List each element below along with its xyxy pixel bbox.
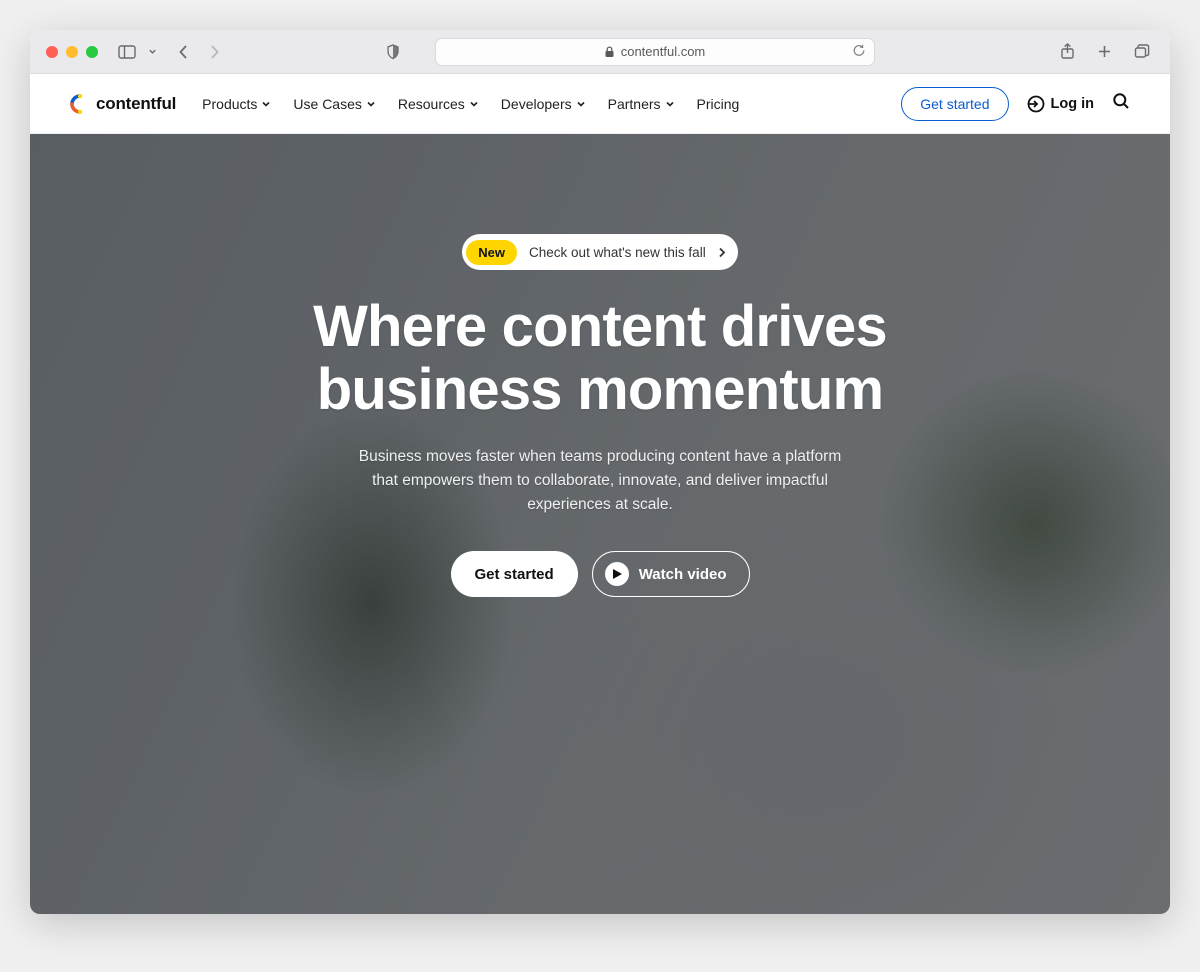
nav-use-cases[interactable]: Use Cases (293, 96, 375, 112)
address-bar[interactable]: contentful.com (435, 38, 875, 66)
privacy-shield-icon[interactable] (381, 38, 405, 66)
get-started-button[interactable]: Get started (901, 87, 1008, 121)
share-icon[interactable] (1056, 39, 1079, 64)
nav-developers[interactable]: Developers (501, 96, 586, 112)
chevron-down-icon (576, 99, 586, 109)
login-link[interactable]: Log in (1027, 95, 1095, 113)
chevron-down-icon (469, 99, 479, 109)
back-button[interactable] (173, 40, 194, 64)
nav-products[interactable]: Products (202, 96, 271, 112)
nav-pricing[interactable]: Pricing (697, 96, 740, 112)
site-header: contentful Products Use Cases Resources … (30, 74, 1170, 134)
nav-resources[interactable]: Resources (398, 96, 479, 112)
chevron-down-icon[interactable] (144, 43, 161, 60)
hero-headline: Where content drives business momentum (240, 296, 960, 421)
refresh-icon[interactable] (852, 43, 866, 60)
forward-button[interactable] (204, 40, 225, 64)
minimize-window-button[interactable] (66, 46, 78, 58)
announcement-badge: New (466, 240, 517, 265)
announcement-text: Check out what's new this fall (529, 245, 706, 260)
watch-video-button[interactable]: Watch video (592, 551, 750, 597)
hero-get-started-button[interactable]: Get started (451, 551, 578, 597)
chevron-down-icon (261, 99, 271, 109)
search-icon[interactable] (1112, 92, 1130, 115)
sidebar-toggle-icon[interactable] (114, 41, 140, 63)
hero-subhead: Business moves faster when teams produci… (350, 445, 850, 517)
chevron-down-icon (366, 99, 376, 109)
lock-icon (604, 46, 615, 58)
new-tab-icon[interactable] (1093, 40, 1116, 63)
logo-icon (70, 94, 90, 114)
logo-text: contentful (96, 94, 176, 114)
logo[interactable]: contentful (70, 94, 176, 114)
nav-partners[interactable]: Partners (608, 96, 675, 112)
login-icon (1027, 95, 1045, 113)
chevron-down-icon (665, 99, 675, 109)
close-window-button[interactable] (46, 46, 58, 58)
maximize-window-button[interactable] (86, 46, 98, 58)
announcement-banner[interactable]: New Check out what's new this fall (462, 234, 737, 270)
hero-section: New Check out what's new this fall Where… (30, 134, 1170, 914)
play-icon (605, 562, 629, 586)
hero-ctas: Get started Watch video (451, 551, 750, 597)
tabs-overview-icon[interactable] (1130, 40, 1154, 63)
url-text: contentful.com (621, 44, 706, 59)
window-controls (46, 46, 98, 58)
browser-window: contentful.com (30, 30, 1170, 914)
browser-toolbar: contentful.com (30, 30, 1170, 74)
chevron-right-icon (718, 247, 726, 258)
main-nav: Products Use Cases Resources Developers … (202, 96, 739, 112)
